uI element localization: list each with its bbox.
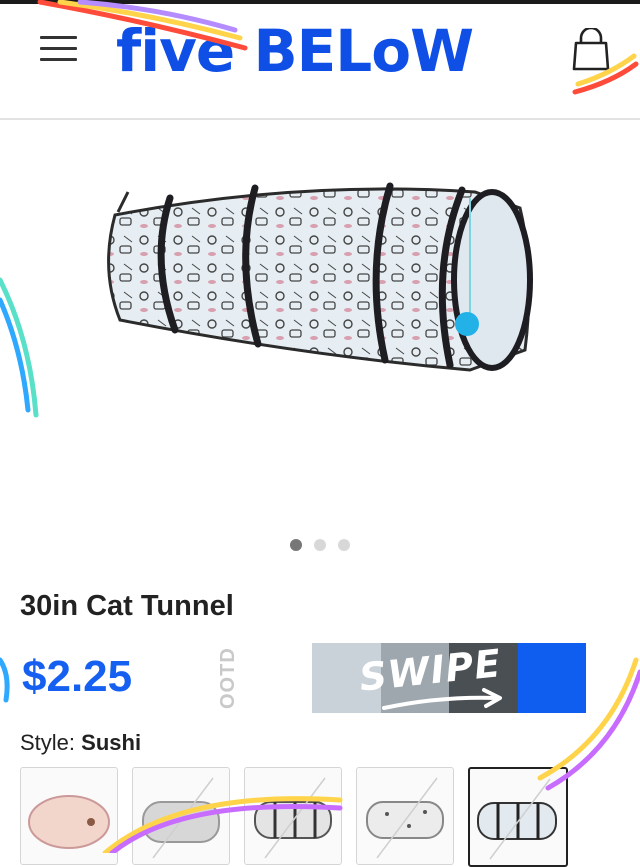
carousel-dot[interactable] bbox=[314, 539, 326, 551]
style-thumbnail[interactable] bbox=[356, 767, 454, 865]
product-image-cat-tunnel[interactable] bbox=[0, 120, 640, 530]
style-thumbnail[interactable] bbox=[132, 767, 230, 865]
product-title: 30in Cat Tunnel bbox=[20, 590, 234, 622]
carousel-dots bbox=[0, 538, 640, 554]
carousel-dot[interactable] bbox=[338, 539, 350, 551]
ootd-swatch bbox=[517, 643, 587, 713]
carousel-dot[interactable] bbox=[290, 539, 302, 551]
style-selector-label: Style: Sushi bbox=[20, 730, 141, 756]
style-thumbnail[interactable] bbox=[20, 767, 118, 865]
style-thumbnail[interactable] bbox=[244, 767, 342, 865]
style-label-key: Style: bbox=[20, 730, 76, 755]
product-price: $2.25 bbox=[22, 652, 133, 701]
style-thumbnail-selected[interactable] bbox=[468, 767, 568, 867]
style-thumbnails bbox=[20, 767, 640, 867]
ootd-swatch bbox=[244, 643, 313, 713]
swipe-arrow-icon bbox=[382, 688, 502, 710]
shopping-bag-icon[interactable] bbox=[570, 28, 612, 72]
style-label-value: Sushi bbox=[81, 730, 142, 755]
brand-logo[interactable]: five BELoW bbox=[116, 16, 474, 86]
hamburger-icon[interactable] bbox=[40, 34, 78, 64]
ootd-label: OOTD bbox=[217, 647, 239, 709]
site-header: five BELoW bbox=[0, 4, 640, 120]
